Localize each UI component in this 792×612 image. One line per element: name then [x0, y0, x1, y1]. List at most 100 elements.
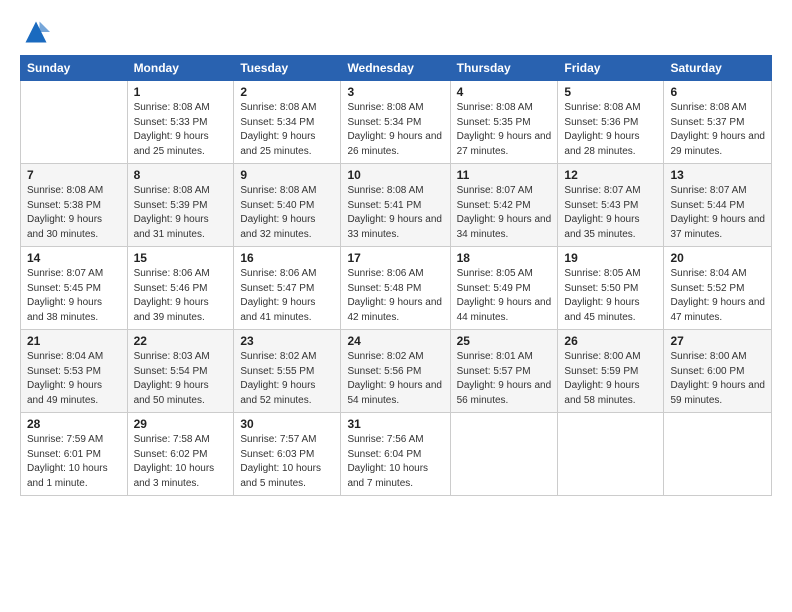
day-number: 6	[670, 85, 765, 99]
weekday-header-monday: Monday	[127, 56, 234, 81]
day-number: 9	[240, 168, 334, 182]
weekday-header-sunday: Sunday	[21, 56, 128, 81]
calendar-cell: 6 Sunrise: 8:08 AMSunset: 5:37 PMDaylight…	[664, 81, 772, 164]
calendar-cell: 5Sunrise: 8:08 AMSunset: 5:36 PMDaylight…	[558, 81, 664, 164]
day-info: Sunrise: 8:03 AMSunset: 5:54 PMDaylight:…	[134, 350, 228, 408]
calendar-cell: 10 Sunrise: 8:08 AMSunset: 5:41 PMDayligh…	[341, 164, 450, 247]
calendar-cell: 16Sunrise: 8:06 AMSunset: 5:47 PMDayligh…	[234, 247, 341, 330]
day-number: 8	[134, 168, 228, 182]
day-number: 10	[347, 168, 443, 182]
weekday-header-wednesday: Wednesday	[341, 56, 450, 81]
day-number: 30	[240, 417, 334, 431]
day-number: 15	[134, 251, 228, 265]
day-number: 29	[134, 417, 228, 431]
calendar-cell: 13 Sunrise: 8:07 AMSunset: 5:44 PMDayligh…	[664, 164, 772, 247]
day-number: 16	[240, 251, 334, 265]
day-number: 31	[347, 417, 443, 431]
day-info: Sunrise: 8:07 AMSunset: 5:45 PMDaylight:…	[27, 267, 121, 325]
calendar-cell	[450, 413, 558, 496]
day-info: Sunrise: 7:57 AMSunset: 6:03 PMDaylight:…	[240, 433, 334, 491]
day-info: Sunrise: 8:08 AMSunset: 5:34 PMDaylight:…	[347, 101, 443, 159]
day-info: Sunrise: 8:00 AMSunset: 6:00 PMDaylight:…	[670, 350, 765, 408]
calendar-cell: 18 Sunrise: 8:05 AMSunset: 5:49 PMDayligh…	[450, 247, 558, 330]
day-info: Sunrise: 8:08 AMSunset: 5:33 PMDaylight:…	[134, 101, 228, 159]
logo-icon	[22, 18, 50, 46]
day-info: Sunrise: 8:07 AMSunset: 5:43 PMDaylight:…	[564, 184, 657, 242]
day-info: Sunrise: 8:04 AMSunset: 5:52 PMDaylight:…	[670, 267, 765, 325]
day-info: Sunrise: 8:01 AMSunset: 5:57 PMDaylight:…	[457, 350, 552, 408]
day-info: Sunrise: 8:08 AMSunset: 5:40 PMDaylight:…	[240, 184, 334, 242]
day-number: 12	[564, 168, 657, 182]
day-info: Sunrise: 8:02 AMSunset: 5:56 PMDaylight:…	[347, 350, 443, 408]
day-info: Sunrise: 8:08 AMSunset: 5:34 PMDaylight:…	[240, 101, 334, 159]
day-number: 24	[347, 334, 443, 348]
day-info: Sunrise: 8:05 AMSunset: 5:49 PMDaylight:…	[457, 267, 552, 325]
calendar-cell: 30 Sunrise: 7:57 AMSunset: 6:03 PMDayligh…	[234, 413, 341, 496]
day-info: Sunrise: 8:08 AMSunset: 5:37 PMDaylight:…	[670, 101, 765, 159]
calendar-cell: 9 Sunrise: 8:08 AMSunset: 5:40 PMDaylight…	[234, 164, 341, 247]
weekday-header-row: SundayMondayTuesdayWednesdayThursdayFrid…	[21, 56, 772, 81]
calendar-cell: 11 Sunrise: 8:07 AMSunset: 5:42 PMDayligh…	[450, 164, 558, 247]
day-number: 1	[134, 85, 228, 99]
week-row-3: 21 Sunrise: 8:04 AMSunset: 5:53 PMDayligh…	[21, 330, 772, 413]
day-info: Sunrise: 8:04 AMSunset: 5:53 PMDaylight:…	[27, 350, 121, 408]
calendar-cell: 20 Sunrise: 8:04 AMSunset: 5:52 PMDayligh…	[664, 247, 772, 330]
day-number: 2	[240, 85, 334, 99]
day-info: Sunrise: 7:59 AMSunset: 6:01 PMDaylight:…	[27, 433, 121, 491]
calendar-cell: 1 Sunrise: 8:08 AMSunset: 5:33 PMDaylight…	[127, 81, 234, 164]
day-number: 11	[457, 168, 552, 182]
calendar-cell: 19Sunrise: 8:05 AMSunset: 5:50 PMDayligh…	[558, 247, 664, 330]
calendar-cell: 15Sunrise: 8:06 AMSunset: 5:46 PMDayligh…	[127, 247, 234, 330]
calendar-cell: 3 Sunrise: 8:08 AMSunset: 5:34 PMDaylight…	[341, 81, 450, 164]
calendar-cell: 28 Sunrise: 7:59 AMSunset: 6:01 PMDayligh…	[21, 413, 128, 496]
day-info: Sunrise: 8:08 AMSunset: 5:35 PMDaylight:…	[457, 101, 552, 159]
weekday-header-tuesday: Tuesday	[234, 56, 341, 81]
calendar-cell: 8 Sunrise: 8:08 AMSunset: 5:39 PMDaylight…	[127, 164, 234, 247]
day-info: Sunrise: 8:08 AMSunset: 5:38 PMDaylight:…	[27, 184, 121, 242]
calendar-cell	[21, 81, 128, 164]
day-info: Sunrise: 7:58 AMSunset: 6:02 PMDaylight:…	[134, 433, 228, 491]
day-number: 21	[27, 334, 121, 348]
week-row-0: 1 Sunrise: 8:08 AMSunset: 5:33 PMDaylight…	[21, 81, 772, 164]
day-info: Sunrise: 8:08 AMSunset: 5:36 PMDaylight:…	[564, 101, 657, 159]
calendar-cell: 22 Sunrise: 8:03 AMSunset: 5:54 PMDayligh…	[127, 330, 234, 413]
weekday-header-friday: Friday	[558, 56, 664, 81]
day-number: 17	[347, 251, 443, 265]
day-number: 22	[134, 334, 228, 348]
calendar-cell	[664, 413, 772, 496]
day-number: 18	[457, 251, 552, 265]
header-area	[20, 18, 772, 51]
calendar-cell: 31 Sunrise: 7:56 AMSunset: 6:04 PMDayligh…	[341, 413, 450, 496]
calendar-cell: 7 Sunrise: 8:08 AMSunset: 5:38 PMDaylight…	[21, 164, 128, 247]
day-number: 26	[564, 334, 657, 348]
calendar-cell: 12 Sunrise: 8:07 AMSunset: 5:43 PMDayligh…	[558, 164, 664, 247]
week-row-2: 14Sunrise: 8:07 AMSunset: 5:45 PMDayligh…	[21, 247, 772, 330]
day-info: Sunrise: 8:07 AMSunset: 5:44 PMDaylight:…	[670, 184, 765, 242]
calendar-cell: 17 Sunrise: 8:06 AMSunset: 5:48 PMDayligh…	[341, 247, 450, 330]
calendar-cell: 2 Sunrise: 8:08 AMSunset: 5:34 PMDaylight…	[234, 81, 341, 164]
day-info: Sunrise: 8:07 AMSunset: 5:42 PMDaylight:…	[457, 184, 552, 242]
day-number: 13	[670, 168, 765, 182]
day-number: 7	[27, 168, 121, 182]
calendar-cell: 14Sunrise: 8:07 AMSunset: 5:45 PMDayligh…	[21, 247, 128, 330]
day-number: 20	[670, 251, 765, 265]
day-info: Sunrise: 8:06 AMSunset: 5:48 PMDaylight:…	[347, 267, 443, 325]
week-row-4: 28 Sunrise: 7:59 AMSunset: 6:01 PMDayligh…	[21, 413, 772, 496]
page: SundayMondayTuesdayWednesdayThursdayFrid…	[0, 0, 792, 506]
day-info: Sunrise: 7:56 AMSunset: 6:04 PMDaylight:…	[347, 433, 443, 491]
calendar-cell: 27 Sunrise: 8:00 AMSunset: 6:00 PMDayligh…	[664, 330, 772, 413]
calendar-cell: 25Sunrise: 8:01 AMSunset: 5:57 PMDayligh…	[450, 330, 558, 413]
calendar-cell: 4 Sunrise: 8:08 AMSunset: 5:35 PMDaylight…	[450, 81, 558, 164]
day-number: 28	[27, 417, 121, 431]
calendar-cell: 26Sunrise: 8:00 AMSunset: 5:59 PMDayligh…	[558, 330, 664, 413]
day-number: 4	[457, 85, 552, 99]
day-number: 3	[347, 85, 443, 99]
day-info: Sunrise: 8:08 AMSunset: 5:41 PMDaylight:…	[347, 184, 443, 242]
calendar-cell: 24 Sunrise: 8:02 AMSunset: 5:56 PMDayligh…	[341, 330, 450, 413]
day-info: Sunrise: 8:05 AMSunset: 5:50 PMDaylight:…	[564, 267, 657, 325]
calendar-cell: 29 Sunrise: 7:58 AMSunset: 6:02 PMDayligh…	[127, 413, 234, 496]
day-number: 27	[670, 334, 765, 348]
day-info: Sunrise: 8:08 AMSunset: 5:39 PMDaylight:…	[134, 184, 228, 242]
logo	[20, 18, 50, 51]
weekday-header-saturday: Saturday	[664, 56, 772, 81]
